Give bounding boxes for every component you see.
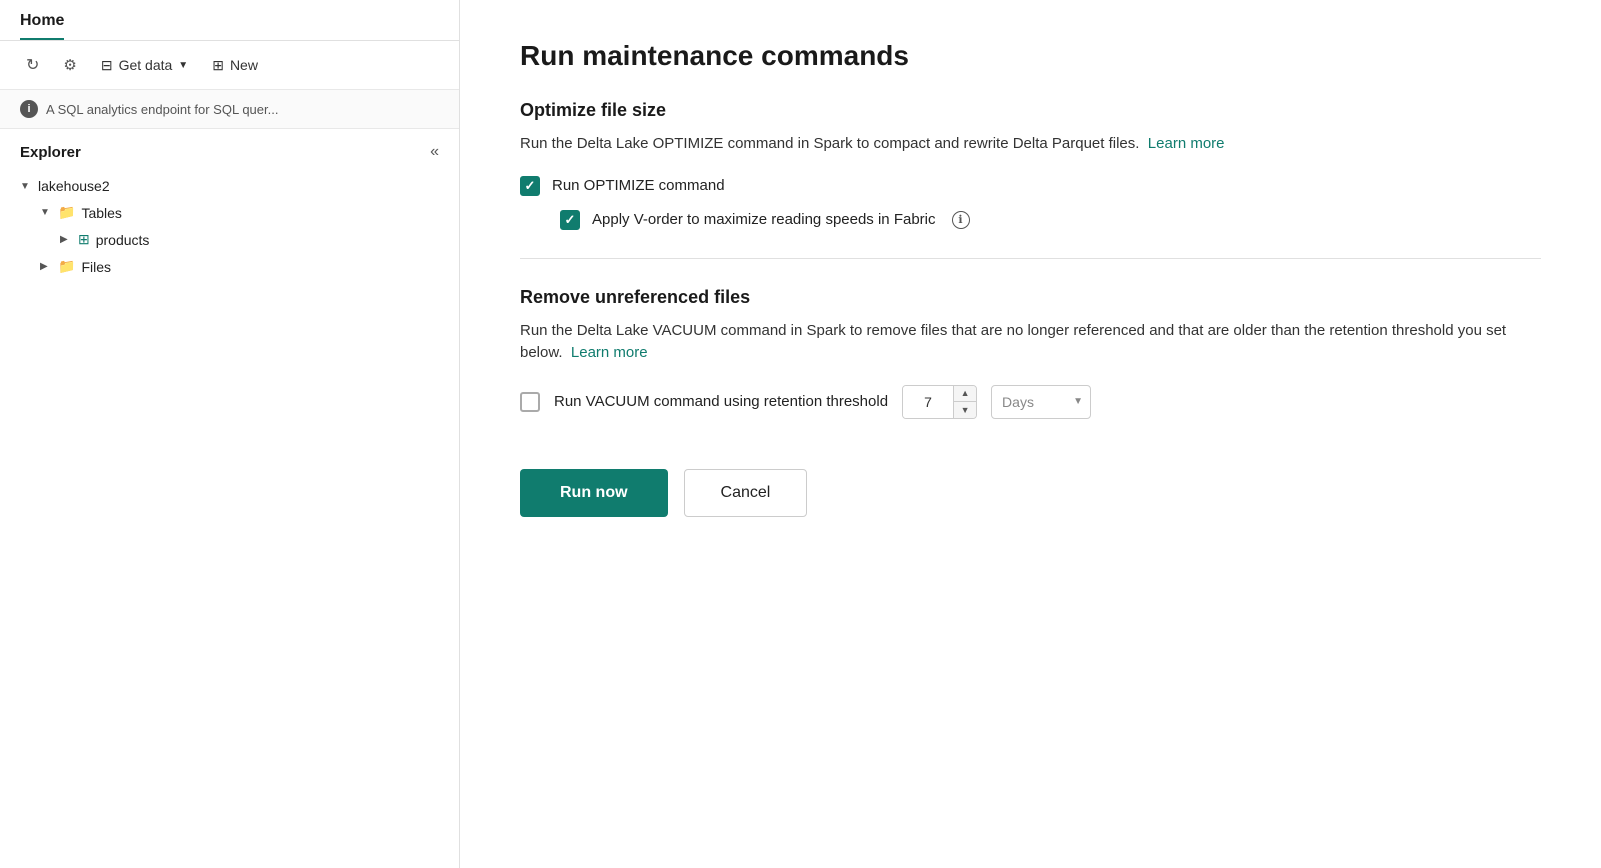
chevron-files-icon (40, 261, 52, 272)
get-data-icon: ⊟ (101, 57, 113, 74)
retention-spinner: ▲ ▼ (953, 385, 976, 419)
vorder-info-icon[interactable]: ℹ (952, 211, 970, 229)
folder-tables-icon: 📁 (58, 204, 75, 221)
refresh-icon (26, 55, 39, 75)
collapse-button[interactable]: « (430, 143, 439, 161)
get-data-chevron-icon: ▼ (178, 60, 188, 71)
file-tree: lakehouse2 📁 Tables ⊞ products 📁 Files (0, 169, 459, 868)
vorder-checkbox-row: ✓ Apply V-order to maximize reading spee… (560, 210, 1541, 230)
retention-number-input[interactable] (903, 385, 953, 419)
get-data-button[interactable]: ⊟ Get data ▼ (95, 53, 194, 78)
optimize-checkbox-label: Run OPTIMIZE command (552, 177, 725, 194)
vacuum-checkbox-label: Run VACUUM command using retention thres… (554, 393, 888, 410)
tree-item-lakehouse2[interactable]: lakehouse2 (0, 173, 459, 199)
vorder-checkmark: ✓ (565, 213, 576, 226)
optimize-section-title: Optimize file size (520, 100, 1541, 121)
retention-unit-wrapper: Days Hours (991, 385, 1091, 419)
optimize-learn-more-link[interactable]: Learn more (1148, 135, 1225, 152)
vacuum-section-title: Remove unreferenced files (520, 287, 1541, 308)
vacuum-row: Run VACUUM command using retention thres… (520, 385, 1541, 419)
new-label: New (230, 57, 258, 73)
new-button[interactable]: ⊞ New (206, 53, 264, 78)
action-row: Run now Cancel (520, 469, 1541, 517)
optimize-checkbox-row: ✓ Run OPTIMIZE command (520, 176, 1541, 196)
files-label: Files (81, 259, 111, 275)
info-bar-text: A SQL analytics endpoint for SQL quer... (46, 102, 278, 117)
explorer-header: Explorer « (0, 129, 459, 169)
modal-panel: Run maintenance commands Optimize file s… (460, 0, 1601, 868)
vacuum-learn-more-link[interactable]: Learn more (571, 344, 648, 361)
optimize-checkmark: ✓ (525, 179, 536, 192)
tree-item-files[interactable]: 📁 Files (0, 253, 459, 280)
tree-item-tables[interactable]: 📁 Tables (0, 199, 459, 226)
refresh-button[interactable] (20, 51, 45, 79)
retention-unit-select[interactable]: Days Hours (991, 385, 1091, 419)
vorder-checkbox-label: Apply V-order to maximize reading speeds… (592, 211, 936, 228)
chevron-tables-icon (40, 207, 52, 218)
vacuum-description: Run the Delta Lake VACUUM command in Spa… (520, 320, 1541, 365)
lakehouse2-label: lakehouse2 (38, 178, 110, 194)
left-panel: Home ⊟ Get data ▼ ⊞ New i A SQL analytic… (0, 0, 460, 868)
chevron-products-icon (60, 234, 72, 245)
section-divider (520, 258, 1541, 259)
retention-increment-button[interactable]: ▲ (954, 385, 976, 402)
tables-label: Tables (81, 205, 121, 221)
info-bar-icon: i (20, 100, 38, 118)
info-bar: i A SQL analytics endpoint for SQL quer.… (0, 90, 459, 129)
explorer-title: Explorer (20, 144, 81, 161)
modal-title: Run maintenance commands (520, 40, 1541, 72)
optimize-checkbox[interactable]: ✓ (520, 176, 540, 196)
products-label: products (96, 232, 150, 248)
gear-icon (63, 56, 76, 74)
run-now-button[interactable]: Run now (520, 469, 668, 517)
retention-decrement-button[interactable]: ▼ (954, 402, 976, 419)
retention-number-input-group: ▲ ▼ (902, 385, 977, 419)
get-data-label: Get data (119, 57, 173, 73)
toolbar: ⊟ Get data ▼ ⊞ New (0, 41, 459, 90)
vorder-checkbox[interactable]: ✓ (560, 210, 580, 230)
tree-item-products[interactable]: ⊞ products (0, 226, 459, 253)
cancel-button[interactable]: Cancel (684, 469, 808, 517)
top-bar: Home (0, 0, 459, 41)
settings-button[interactable] (57, 52, 82, 78)
table-products-icon: ⊞ (78, 231, 90, 248)
home-tab[interactable]: Home (20, 12, 64, 40)
folder-files-icon: 📁 (58, 258, 75, 275)
chevron-lakehouse2-icon (20, 181, 32, 192)
vacuum-checkbox[interactable] (520, 392, 540, 412)
optimize-description: Run the Delta Lake OPTIMIZE command in S… (520, 133, 1541, 156)
new-icon: ⊞ (212, 57, 224, 74)
